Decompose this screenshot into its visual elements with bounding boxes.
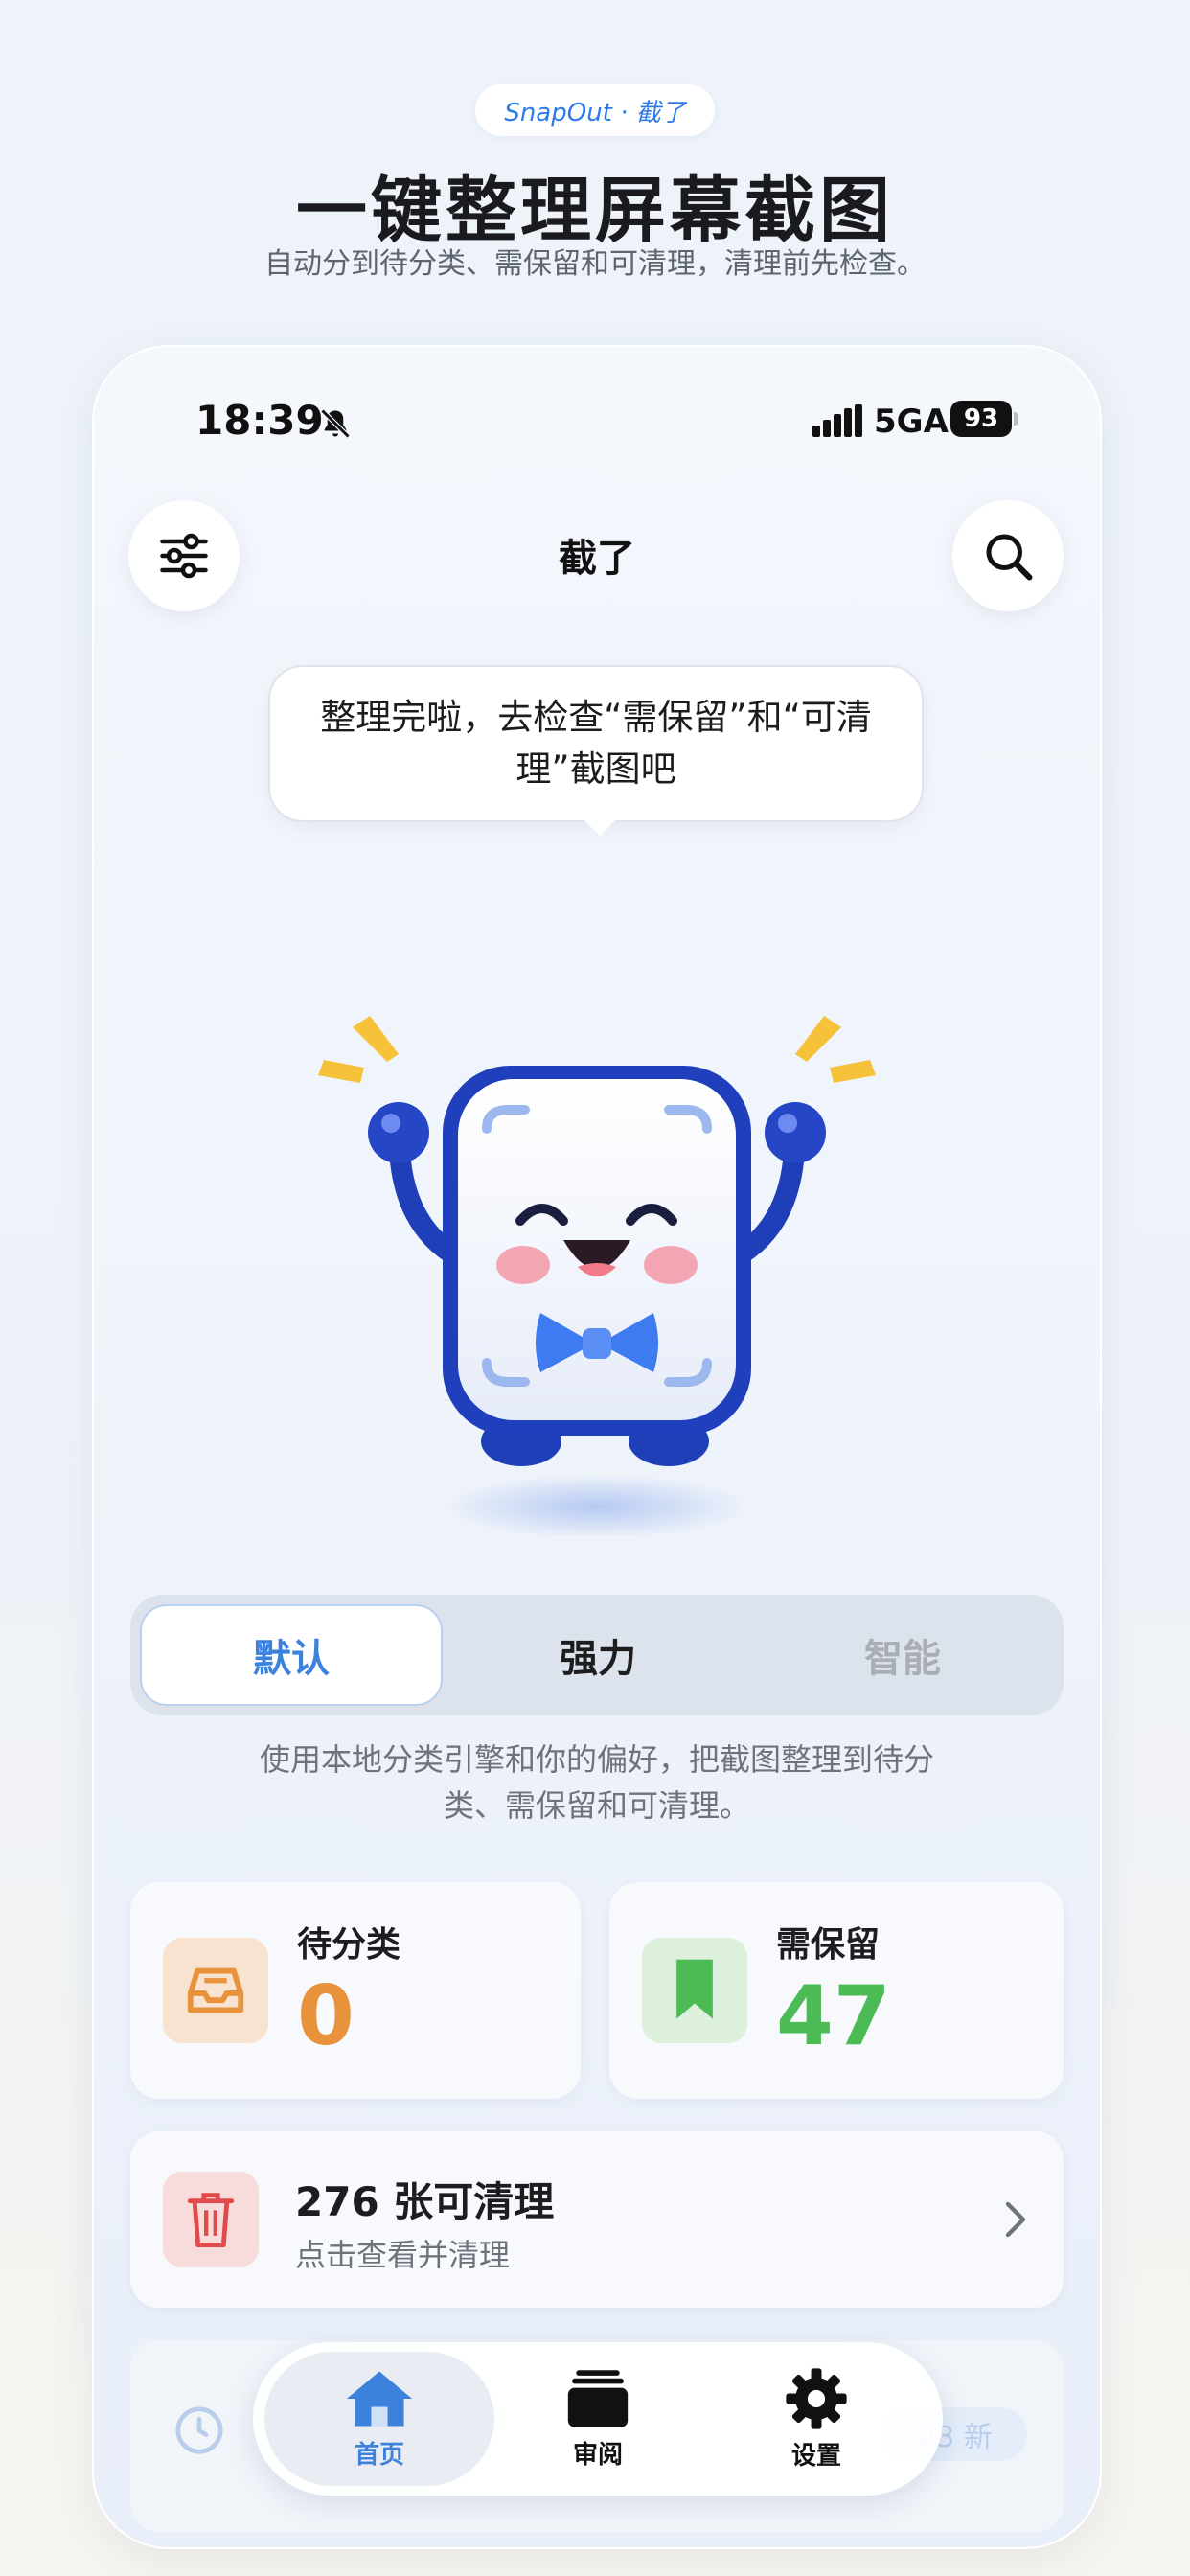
search-icon xyxy=(986,534,1033,581)
tab-home-label: 首页 xyxy=(354,2440,404,2470)
tab-review[interactable]: 审阅 xyxy=(483,2352,713,2486)
mode-description-text: 使用本地分类引擎和你的偏好，把截图整理到待分类、需保留和可清理。 xyxy=(259,1741,934,1824)
pending-count: 0 xyxy=(297,1968,355,2064)
status-time: 18:39 xyxy=(195,397,324,444)
pending-card[interactable]: 待分类 0 xyxy=(130,1882,581,2099)
bottom-tab-bar: 首页 审阅 设置 xyxy=(253,2342,943,2496)
mode-segmented-control: 默认 强力 智能 xyxy=(130,1595,1064,1715)
cleanable-card[interactable]: 276 张可清理 点击查看并清理 xyxy=(130,2131,1064,2308)
phone-frame: 18:39 5GA 93 截了 整理完啦，去检查“需保留”和“可清理”截图吧 默… xyxy=(92,345,1102,2549)
cards-stack-icon xyxy=(567,2369,629,2427)
battery-cap xyxy=(1014,412,1018,426)
home-icon xyxy=(346,2371,413,2426)
bookmark-icon-box xyxy=(642,1938,747,2043)
mode-description: 使用本地分类引擎和你的偏好，把截图整理到待分类、需保留和可清理。 xyxy=(94,1736,1100,1828)
keep-label: 需保留 xyxy=(776,1925,881,1965)
bell-muted-icon xyxy=(320,408,351,439)
signal-icon xyxy=(812,404,862,437)
sparkle-left-icon xyxy=(318,1016,399,1083)
trash-icon xyxy=(187,2193,235,2247)
tab-settings[interactable]: 设置 xyxy=(701,2352,931,2486)
speech-bubble-text: 整理完啦，去检查“需保留”和“可清理”截图吧 xyxy=(320,697,872,790)
chevron-right-icon xyxy=(1005,2201,1026,2238)
mode-option-smart-label: 智能 xyxy=(864,1637,941,1681)
cleanable-subtitle: 点击查看并清理 xyxy=(295,2237,511,2273)
mode-option-default-label: 默认 xyxy=(253,1637,330,1681)
mascot-illustration xyxy=(318,1016,876,1535)
speech-bubble: 整理完啦，去检查“需保留”和“可清理”截图吧 xyxy=(268,665,924,822)
speech-bubble-tail xyxy=(581,816,619,836)
mode-option-strong[interactable]: 强力 xyxy=(446,1604,749,1706)
brand-tag: SnapOut · 截了 xyxy=(475,84,715,136)
clock-icon xyxy=(175,2406,223,2454)
mode-option-default[interactable]: 默认 xyxy=(140,1604,443,1706)
tab-settings-label: 设置 xyxy=(790,2441,841,2471)
promo-subline: 自动分到待分类、需保留和可清理，清理前先检查。 xyxy=(264,247,926,281)
gear-icon xyxy=(786,2367,847,2429)
keep-card[interactable]: 需保留 47 xyxy=(609,1882,1064,2099)
battery-indicator: 93 xyxy=(950,401,1012,437)
pending-label: 待分类 xyxy=(297,1925,401,1965)
tab-review-label: 审阅 xyxy=(572,2440,623,2470)
trash-icon-box xyxy=(163,2172,259,2267)
network-type: 5GA xyxy=(874,402,949,441)
tab-home[interactable]: 首页 xyxy=(264,2352,494,2486)
mode-option-strong-label: 强力 xyxy=(560,1637,636,1681)
cleanable-title: 276 张可清理 xyxy=(295,2178,555,2225)
inbox-icon xyxy=(187,1967,244,2013)
bookmark-icon xyxy=(676,1959,713,2019)
mode-option-smart[interactable]: 智能 xyxy=(751,1604,1054,1706)
brand-tag-label: SnapOut · 截了 xyxy=(504,98,686,127)
inbox-icon-box xyxy=(163,1938,268,2043)
search-button[interactable] xyxy=(952,500,1064,611)
page-title: 截了 xyxy=(559,537,635,581)
keep-count: 47 xyxy=(776,1968,891,2064)
sparkle-right-icon xyxy=(795,1016,876,1083)
